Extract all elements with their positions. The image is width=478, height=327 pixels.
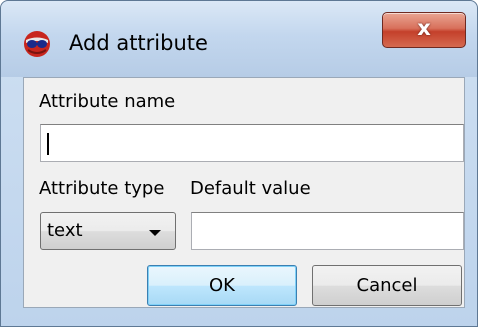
title-bar[interactable]: Add attribute x [1, 1, 477, 77]
default-value-input[interactable] [191, 212, 464, 250]
attribute-type-label: Attribute type [39, 178, 165, 199]
close-button[interactable]: x [382, 12, 466, 48]
attribute-name-label: Attribute name [39, 91, 176, 112]
ok-button[interactable]: OK [147, 265, 297, 306]
attribute-type-value: text [47, 220, 83, 241]
attribute-type-select[interactable]: text [40, 212, 176, 250]
default-value-label: Default value [190, 178, 311, 199]
attribute-name-input[interactable] [40, 124, 464, 162]
dialog-title: Add attribute [69, 31, 208, 55]
close-icon: x [417, 16, 431, 40]
chevron-down-icon [149, 230, 161, 236]
cancel-button[interactable]: Cancel [312, 265, 462, 306]
dialog-body: Attribute name Attribute type Default va… [23, 77, 465, 308]
add-attribute-dialog: Add attribute x Attribute name Attribute… [0, 0, 478, 327]
app-logo-icon [24, 31, 50, 57]
text-caret [47, 133, 49, 155]
